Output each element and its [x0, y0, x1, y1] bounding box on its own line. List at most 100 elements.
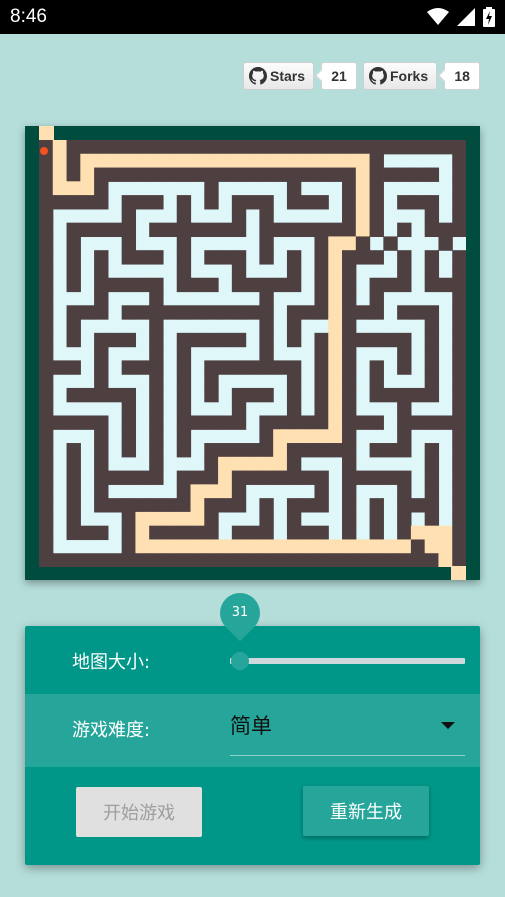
map-size-slider-track[interactable]: [230, 658, 465, 664]
maze-wall: [94, 250, 109, 265]
maze-wall: [300, 498, 316, 513]
maze-wall: [410, 195, 426, 210]
maze-wall: [286, 387, 302, 403]
maze-wall: [231, 277, 247, 293]
maze-wall: [245, 387, 260, 403]
maze-solution-cell: [149, 153, 164, 169]
maze-solution-cell: [328, 153, 343, 169]
maze-wall: [66, 167, 81, 182]
maze-wall: [162, 222, 178, 238]
maze-wall: [397, 140, 412, 155]
maze-wall: [342, 181, 357, 196]
maze-wall: [314, 470, 329, 485]
maze-wall: [149, 277, 164, 293]
start-game-button[interactable]: 开始游戏: [76, 787, 202, 837]
maze-wall: [149, 360, 164, 375]
maze-wall: [204, 332, 219, 348]
maze-wall: [369, 443, 384, 458]
dropdown-arrow-icon[interactable]: [441, 722, 455, 729]
maze-wall: [410, 305, 426, 320]
maze-wall: [176, 401, 192, 417]
maze-grid[interactable]: [39, 140, 466, 567]
maze-wall: [245, 167, 260, 182]
maze-solution-cell: [328, 346, 343, 361]
maze-wall: [176, 277, 192, 293]
maze-wall: [314, 346, 329, 361]
maze-wall: [39, 443, 54, 458]
maze-wall: [149, 553, 164, 567]
maze-wall: [204, 305, 219, 320]
maze-wall: [66, 140, 81, 155]
maze-wall: [39, 429, 54, 444]
maze-wall: [300, 167, 316, 182]
maze-wall: [452, 277, 466, 293]
maze-solution-cell: [328, 539, 343, 554]
maze-wall: [397, 167, 412, 182]
maze-wall: [369, 305, 384, 320]
forks-count[interactable]: 18: [444, 62, 481, 90]
regenerate-button[interactable]: 重新生成: [303, 786, 429, 836]
maze-wall: [135, 305, 150, 320]
maze-wall: [176, 415, 192, 430]
maze-wall: [397, 484, 412, 499]
maze-wall: [300, 470, 316, 485]
maze-wall: [121, 305, 137, 320]
maze-solution-cell: [218, 470, 233, 485]
maze-wall: [149, 429, 164, 444]
maze-solution-cell: [259, 456, 274, 472]
maze-wall: [452, 456, 466, 472]
maze-wall: [452, 470, 466, 485]
github-stars-badge[interactable]: Stars 21: [243, 62, 358, 90]
maze-solution-cell: [355, 195, 371, 210]
maze-wall: [342, 456, 357, 472]
maze-wall: [39, 305, 54, 320]
maze-wall: [66, 456, 81, 472]
maze-wall: [231, 443, 247, 458]
maze-wall: [383, 470, 398, 485]
maze-wall: [342, 167, 357, 182]
maze-wall: [176, 470, 192, 485]
github-forks-badge[interactable]: Forks 18: [363, 62, 481, 90]
maze-wall: [355, 236, 371, 251]
maze-wall: [314, 305, 329, 320]
maze-wall: [94, 195, 109, 210]
maze-wall: [121, 553, 137, 567]
maze-wall: [397, 332, 412, 348]
maze-wall: [410, 498, 426, 513]
maze-wall: [424, 332, 440, 348]
maze-wall: [204, 181, 219, 196]
maze-solution-cell: [342, 153, 357, 169]
maze-wall: [176, 332, 192, 348]
maze-wall: [66, 498, 81, 513]
maze-wall: [314, 387, 329, 403]
maze-wall: [286, 401, 302, 417]
maze-wall: [397, 443, 412, 458]
maze-board[interactable]: [25, 126, 480, 580]
maze-wall: [121, 401, 137, 417]
maze-wall: [342, 470, 357, 485]
maze-wall: [231, 195, 247, 210]
maze-wall: [314, 525, 329, 541]
difficulty-select[interactable]: 简单: [230, 710, 272, 740]
maze-wall: [204, 167, 219, 182]
maze-wall: [286, 374, 302, 389]
maze-wall: [410, 140, 426, 155]
stars-label: Stars: [270, 68, 306, 84]
maze-wall: [135, 167, 150, 182]
control-panel: 地图大小: 31 游戏难度: 简单 开始游戏 重新生成: [25, 584, 480, 865]
github-stars-button[interactable]: Stars: [243, 62, 315, 90]
stars-count[interactable]: 21: [321, 62, 358, 90]
maze-wall: [66, 250, 81, 265]
map-size-slider-thumb[interactable]: [231, 652, 249, 670]
signal-icon: [457, 8, 475, 26]
maze-wall: [121, 332, 137, 348]
maze-wall: [66, 332, 81, 348]
maze-wall: [424, 208, 440, 224]
maze-solution-cell: [218, 153, 233, 169]
github-forks-button[interactable]: Forks: [363, 62, 438, 90]
maze-solution-cell: [259, 153, 274, 169]
maze-wall: [94, 222, 109, 238]
maze-solution-cell: [286, 429, 302, 444]
maze-wall: [176, 346, 192, 361]
maze-wall: [286, 195, 302, 210]
